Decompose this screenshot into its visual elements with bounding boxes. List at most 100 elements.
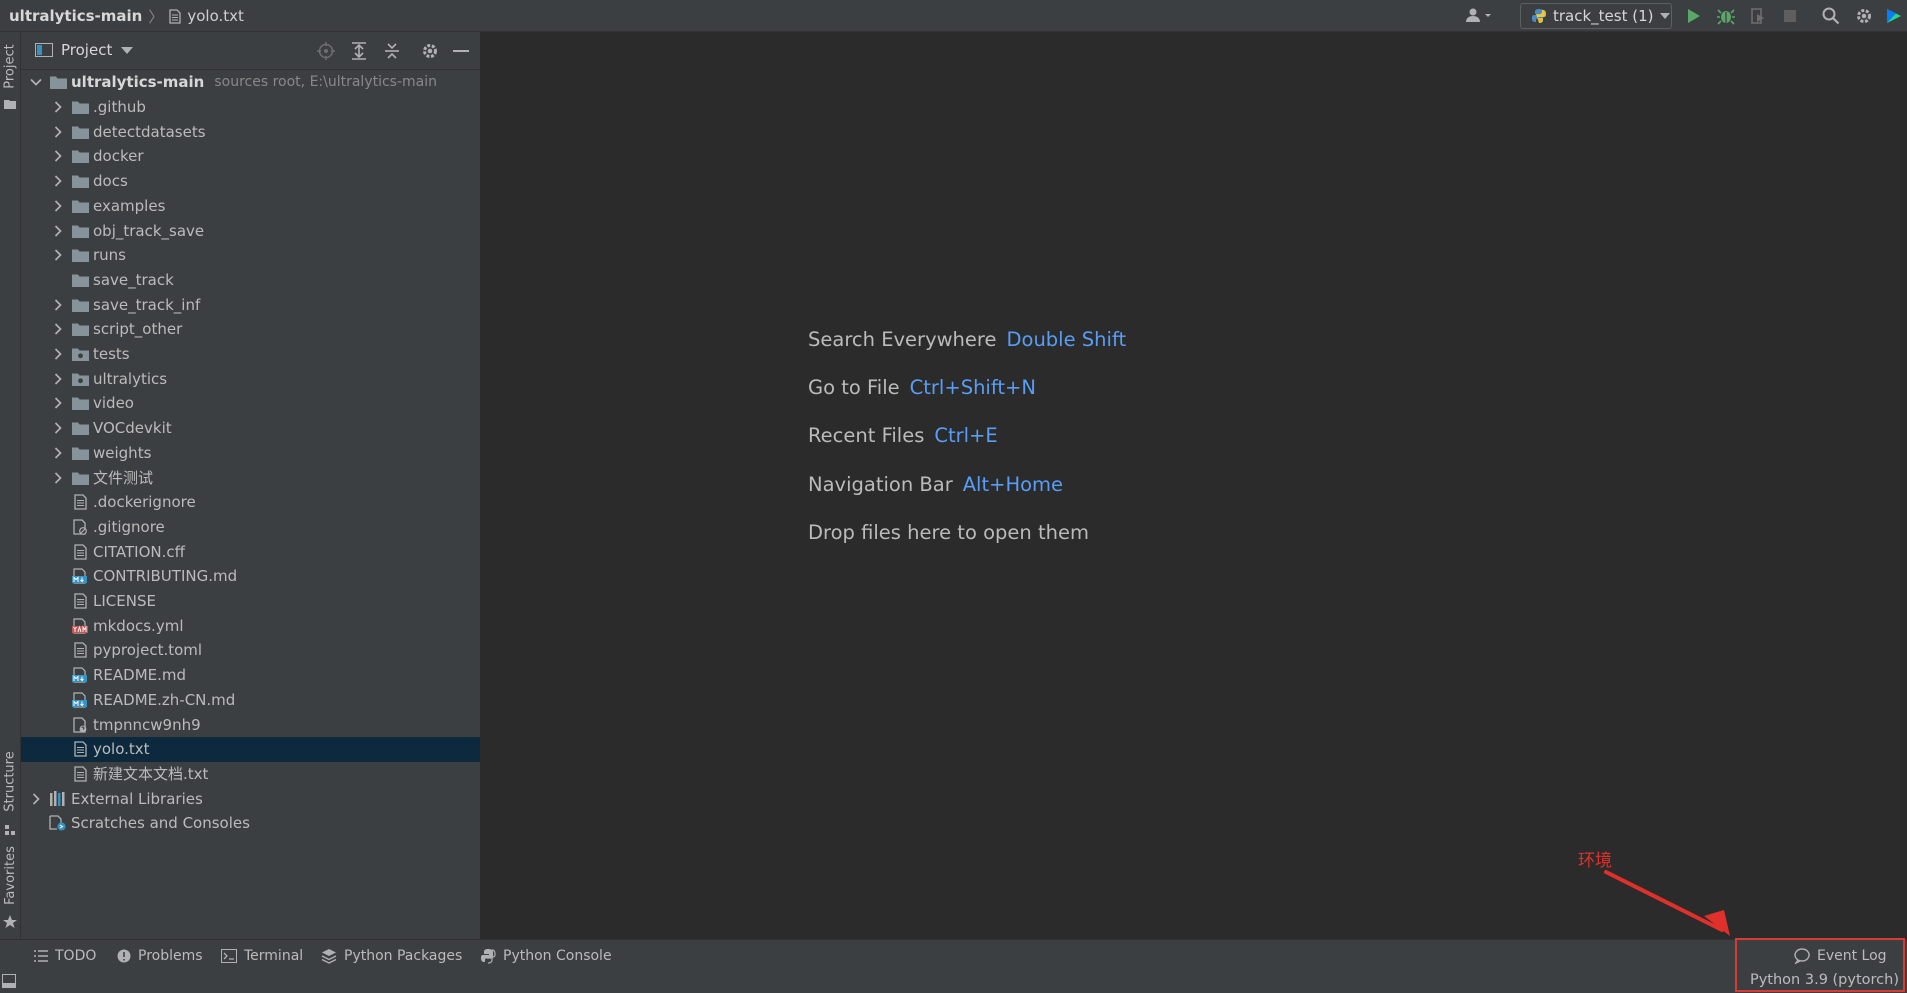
tool-tab-label: Problems xyxy=(138,948,203,964)
tool-tab-problems[interactable]: Problems xyxy=(117,940,203,972)
tool-tab-todo[interactable]: TODO xyxy=(34,940,96,972)
locate-file-icon[interactable] xyxy=(315,41,337,61)
chevron-right-icon[interactable] xyxy=(51,199,65,213)
tree-item-label: tmpnncw9nh9 xyxy=(93,715,201,734)
chevron-right-icon[interactable] xyxy=(51,322,65,336)
tree-folder-item[interactable]: examples xyxy=(21,194,480,219)
tree-folder-item[interactable]: VOCdevkit xyxy=(21,416,480,441)
tree-folder-item[interactable]: save_track_inf xyxy=(21,292,480,317)
chevron-right-icon[interactable] xyxy=(51,421,65,435)
stop-icon[interactable] xyxy=(1780,6,1800,26)
tree-item-label: 新建文本文档.txt xyxy=(93,765,209,784)
tree-item-label: pyproject.toml xyxy=(93,641,203,660)
tree-item-label: .github xyxy=(93,98,146,117)
folder-icon xyxy=(71,271,89,289)
tree-file-item[interactable]: CONTRIBUTING.md xyxy=(21,564,480,589)
structure-tool-tab[interactable]: Structure xyxy=(0,742,20,820)
chevron-right-icon[interactable] xyxy=(51,149,65,163)
tree-folder-item[interactable]: .github xyxy=(21,95,480,120)
tree-folder-item[interactable]: ultralytics-main sources root, E:\ultraly… xyxy=(21,70,480,95)
tree-file-item[interactable]: yolo.txt xyxy=(21,736,480,762)
chevron-right-icon[interactable] xyxy=(51,125,65,139)
tree-item-label: docker xyxy=(93,147,144,166)
tree-file-item[interactable]: LICENSE xyxy=(21,589,480,614)
chevron-right-icon[interactable] xyxy=(51,372,65,386)
chevron-right-icon[interactable] xyxy=(51,347,65,361)
tree-file-item[interactable]: CITATION.cff xyxy=(21,539,480,564)
package-folder-icon xyxy=(71,345,89,363)
chevron-right-icon[interactable] xyxy=(51,224,65,238)
chevron-right-icon[interactable] xyxy=(51,446,65,460)
chevron-right-icon[interactable] xyxy=(51,100,65,114)
tree-file-item[interactable]: .gitignore xyxy=(21,515,480,540)
favorites-tool-tab[interactable]: Favorites xyxy=(0,838,20,912)
tree-file-item[interactable]: README.md xyxy=(21,663,480,688)
tree-folder-item[interactable]: tests xyxy=(21,342,480,367)
debug-icon[interactable] xyxy=(1716,6,1736,26)
settings-gear-icon[interactable] xyxy=(1854,6,1874,26)
tree-file-item[interactable]: pyproject.toml xyxy=(21,638,480,663)
tree-folder-item[interactable]: save_track xyxy=(21,268,480,293)
tree-item-label: tests xyxy=(93,345,130,364)
search-icon[interactable] xyxy=(1821,6,1841,26)
tree-arrow-placeholder xyxy=(51,520,65,534)
project-tool-window: Project ultralytics-main sources root, E:… xyxy=(21,32,481,939)
tree-folder-item[interactable]: video xyxy=(21,391,480,416)
tree-folder-item[interactable]: External Libraries xyxy=(21,786,480,811)
tree-arrow-placeholder xyxy=(51,495,65,509)
tree-folder-item[interactable]: docker xyxy=(21,144,480,169)
tree-item-label: mkdocs.yml xyxy=(93,616,184,635)
tool-tab-terminal[interactable]: Terminal xyxy=(221,940,303,972)
toggle-tool-windows-icon[interactable] xyxy=(2,974,16,988)
text-file-icon xyxy=(71,592,89,610)
tree-file-item[interactable]: 新建文本文档.txt xyxy=(21,762,480,787)
project-view-icon xyxy=(35,43,53,57)
breadcrumb-project[interactable]: ultralytics-main xyxy=(9,7,142,25)
tool-tab-label: Python Console xyxy=(503,948,612,964)
run-configuration-selector[interactable]: track_test (1) xyxy=(1520,3,1672,29)
collapse-all-icon[interactable] xyxy=(381,41,403,61)
chevron-right-icon[interactable] xyxy=(51,396,65,410)
tree-folder-item[interactable]: weights xyxy=(21,441,480,466)
tool-tab-python-console[interactable]: Python Console xyxy=(480,940,612,972)
project-panel-header: Project xyxy=(21,32,480,70)
tree-folder-item[interactable]: 文件测试 xyxy=(21,465,480,490)
gear-icon[interactable] xyxy=(419,41,441,61)
user-account-icon[interactable] xyxy=(1464,6,1496,26)
tree-file-item[interactable]: README.zh-CN.md xyxy=(21,688,480,713)
tree-folder-item[interactable]: runs xyxy=(21,243,480,268)
chevron-down-icon[interactable] xyxy=(29,75,43,89)
expand-all-icon[interactable] xyxy=(348,41,370,61)
tree-item-label: save_track xyxy=(93,270,174,289)
tree-file-item[interactable]: mkdocs.yml xyxy=(21,613,480,638)
breadcrumb-file[interactable]: yolo.txt xyxy=(187,7,244,25)
tree-file-item[interactable]: Scratches and Consoles xyxy=(21,811,480,836)
chevron-right-icon[interactable] xyxy=(51,471,65,485)
tree-arrow-placeholder xyxy=(51,545,65,559)
hide-panel-icon[interactable] xyxy=(450,41,472,61)
tree-file-item[interactable]: .dockerignore xyxy=(21,490,480,515)
chevron-right-icon[interactable] xyxy=(51,298,65,312)
tool-tab-python-packages[interactable]: Python Packages xyxy=(321,940,462,972)
project-view-selector[interactable]: Project xyxy=(35,41,134,59)
text-file-icon xyxy=(71,740,89,758)
tree-item-label: CITATION.cff xyxy=(93,542,185,561)
tree-folder-item[interactable]: detectdatasets xyxy=(21,119,480,144)
status-bar: Python 3.9 (pytorch) xyxy=(0,971,1907,993)
chevron-right-icon[interactable] xyxy=(51,248,65,262)
tree-file-item[interactable]: tmpnncw9nh9 xyxy=(21,712,480,737)
tree-folder-item[interactable]: obj_track_save xyxy=(21,218,480,243)
editor-area[interactable]: Search Everywhere Double Shift Go to File C… xyxy=(481,32,1907,939)
run-with-coverage-icon[interactable] xyxy=(1748,6,1768,26)
tree-folder-item[interactable]: script_other xyxy=(21,317,480,342)
chevron-right-icon[interactable] xyxy=(29,792,43,806)
tree-folder-item[interactable]: ultralytics xyxy=(21,366,480,391)
tree-folder-item[interactable]: docs xyxy=(21,169,480,194)
annotation-highlight-box xyxy=(1735,938,1905,992)
tree-item-label: README.zh-CN.md xyxy=(93,690,236,709)
markdown-file-icon xyxy=(71,691,89,709)
code-with-me-icon[interactable] xyxy=(1884,6,1904,26)
run-icon[interactable] xyxy=(1684,6,1704,26)
project-tool-tab[interactable]: Project xyxy=(0,38,20,94)
chevron-right-icon[interactable] xyxy=(51,174,65,188)
